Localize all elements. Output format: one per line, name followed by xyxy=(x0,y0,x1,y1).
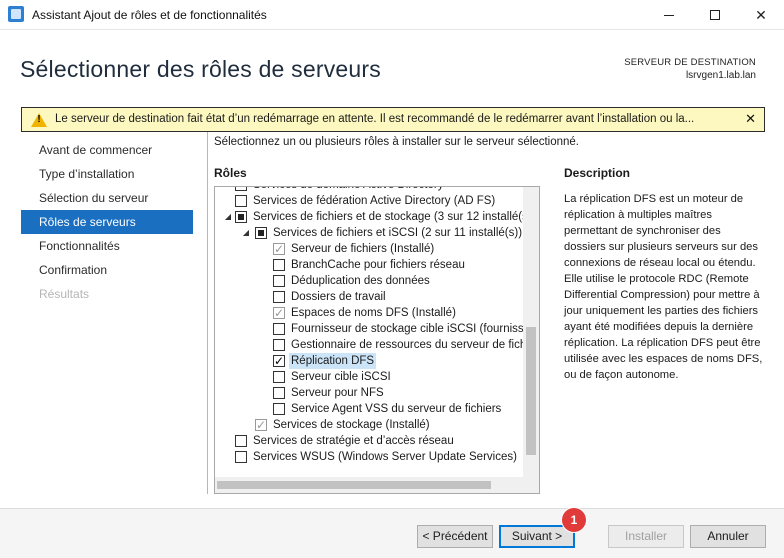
role-label: Services de fédération Active Directory … xyxy=(253,195,496,207)
role-checkbox[interactable] xyxy=(273,353,285,369)
roles-heading: Rôles xyxy=(214,166,247,180)
role-label: Services de domaine Active Directory xyxy=(253,187,443,193)
previous-button[interactable]: < Précédent xyxy=(417,525,493,548)
role-label: Gestionnaire de ressources du serveur de… xyxy=(291,339,525,351)
page-title: Sélectionner des rôles de serveurs xyxy=(20,56,381,82)
role-label: BranchCache pour fichiers réseau xyxy=(291,259,465,271)
role-row[interactable]: Espaces de noms DFS (Installé) xyxy=(215,305,525,321)
close-window-button[interactable]: ✕ xyxy=(738,0,784,30)
role-row[interactable]: Serveur cible iSCSI xyxy=(215,369,525,385)
role-checkbox[interactable] xyxy=(235,195,247,207)
annotation-badge: 1 xyxy=(562,508,586,532)
role-row[interactable]: Fournisseur de stockage cible iSCSI (fou… xyxy=(215,321,525,337)
role-checkbox[interactable] xyxy=(273,339,285,351)
role-checkbox[interactable] xyxy=(273,259,285,271)
role-row[interactable]: Gestionnaire de ressources du serveur de… xyxy=(215,337,525,353)
app-icon xyxy=(8,6,24,22)
role-row[interactable]: Réplication DFS xyxy=(215,353,525,369)
roles-horizontal-scrollbar[interactable] xyxy=(215,477,523,493)
destination-server-label: SERVEUR DE DESTINATION xyxy=(624,57,756,68)
role-row[interactable]: Services WSUS (Windows Server Update Ser… xyxy=(215,449,525,465)
role-checkbox[interactable] xyxy=(273,371,285,383)
warning-text: Le serveur de destination fait état d’un… xyxy=(55,113,695,125)
wizard-steps-nav: Avant de commencer Type d’installation Sél… xyxy=(21,138,193,306)
role-label: Réplication DFS xyxy=(289,353,377,369)
roles-tree[interactable]: Services de domaine Active Directory Serv… xyxy=(214,186,540,494)
nav-item[interactable]: Confirmation xyxy=(21,258,193,282)
title-bar: Assistant Ajout de rôles et de fonctionn… xyxy=(0,0,784,30)
role-row[interactable]: ◢ Services de fichiers et de stockage (3 … xyxy=(215,209,525,225)
window-title: Assistant Ajout de rôles et de fonctionn… xyxy=(32,8,267,22)
role-row[interactable]: BranchCache pour fichiers réseau xyxy=(215,257,525,273)
role-label: Espaces de noms DFS (Installé) xyxy=(291,307,456,319)
role-checkbox[interactable] xyxy=(255,227,267,239)
role-checkbox[interactable] xyxy=(273,403,285,415)
scrollbar-thumb[interactable] xyxy=(217,481,491,489)
nav-item[interactable]: Type d’installation xyxy=(21,162,193,186)
role-label: Déduplication des données xyxy=(291,275,430,287)
maximize-button[interactable] xyxy=(692,0,738,30)
role-row[interactable]: Services de fédération Active Directory … xyxy=(215,193,525,209)
destination-server-name: lsrvgen1.lab.lan xyxy=(685,70,756,81)
role-label: Services de fichiers et iSCSI (2 sur 11 … xyxy=(273,227,523,239)
role-label: Fournisseur de stockage cible iSCSI (fou… xyxy=(291,323,525,335)
role-checkbox[interactable] xyxy=(273,323,285,335)
scrollbar-corner xyxy=(523,477,539,493)
nav-item[interactable]: Avant de commencer xyxy=(21,138,193,162)
description-text: La réplication DFS est un moteur de répl… xyxy=(564,193,763,381)
role-row[interactable]: Service Agent VSS du serveur de fichiers xyxy=(215,401,525,417)
role-row[interactable]: Services de domaine Active Directory xyxy=(215,187,525,193)
install-button[interactable]: Installer xyxy=(608,525,684,548)
role-checkbox xyxy=(273,241,285,257)
divider xyxy=(207,132,208,494)
role-checkbox[interactable] xyxy=(235,435,247,447)
maximize-icon xyxy=(710,10,720,20)
role-row[interactable]: ◢ Services de fichiers et iSCSI (2 sur 11… xyxy=(215,225,525,241)
collapse-arrow-icon[interactable]: ◢ xyxy=(223,209,233,225)
role-row[interactable]: Services de stratégie et d’accès réseau xyxy=(215,433,525,449)
scrollbar-thumb[interactable] xyxy=(526,327,536,455)
role-checkbox[interactable] xyxy=(235,451,247,463)
minimize-icon xyxy=(664,14,674,16)
role-checkbox[interactable] xyxy=(235,187,247,191)
role-checkbox[interactable] xyxy=(273,275,285,287)
role-row[interactable]: Services de stockage (Installé) xyxy=(215,417,525,433)
role-row[interactable]: Serveur pour NFS xyxy=(215,385,525,401)
role-row[interactable]: Serveur de fichiers (Installé) xyxy=(215,241,525,257)
role-label: Services de stratégie et d’accès réseau xyxy=(253,435,454,447)
role-label: Services de fichiers et de stockage (3 s… xyxy=(253,211,525,223)
cancel-button[interactable]: Annuler xyxy=(690,525,766,548)
close-icon: ✕ xyxy=(755,6,767,23)
role-row[interactable]: Déduplication des données xyxy=(215,273,525,289)
role-checkbox[interactable] xyxy=(273,291,285,303)
minimize-button[interactable] xyxy=(646,0,692,30)
next-button[interactable]: Suivant > xyxy=(499,525,575,548)
nav-item: Résultats xyxy=(39,287,90,301)
role-label: Services de stockage (Installé) xyxy=(273,419,430,431)
collapse-arrow-icon[interactable]: ◢ xyxy=(241,225,251,241)
role-label: Serveur pour NFS xyxy=(291,387,384,399)
role-label: Service Agent VSS du serveur de fichiers xyxy=(291,403,502,415)
warning-bar: ! Le serveur de destination fait état d’… xyxy=(21,107,765,132)
dismiss-warning-icon[interactable]: ✕ xyxy=(745,111,756,127)
role-checkbox[interactable] xyxy=(273,387,285,399)
nav-item[interactable]: Sélection du serveur xyxy=(21,186,193,210)
description-heading: Description xyxy=(564,166,631,180)
role-label: Services WSUS (Windows Server Update Ser… xyxy=(253,451,517,463)
role-label: Serveur cible iSCSI xyxy=(291,371,391,383)
role-row[interactable]: Dossiers de travail xyxy=(215,289,525,305)
nav-item[interactable]: Fonctionnalités xyxy=(21,234,193,258)
role-checkbox xyxy=(273,305,285,321)
role-checkbox xyxy=(255,417,267,433)
role-checkbox[interactable] xyxy=(235,211,247,223)
nav-item[interactable]: Rôles de serveurs xyxy=(21,210,193,234)
role-label: Serveur de fichiers (Installé) xyxy=(291,243,435,255)
role-label: Dossiers de travail xyxy=(291,291,386,303)
intro-text: Sélectionnez un ou plusieurs rôles à ins… xyxy=(214,136,580,148)
roles-vertical-scrollbar[interactable] xyxy=(523,187,539,493)
